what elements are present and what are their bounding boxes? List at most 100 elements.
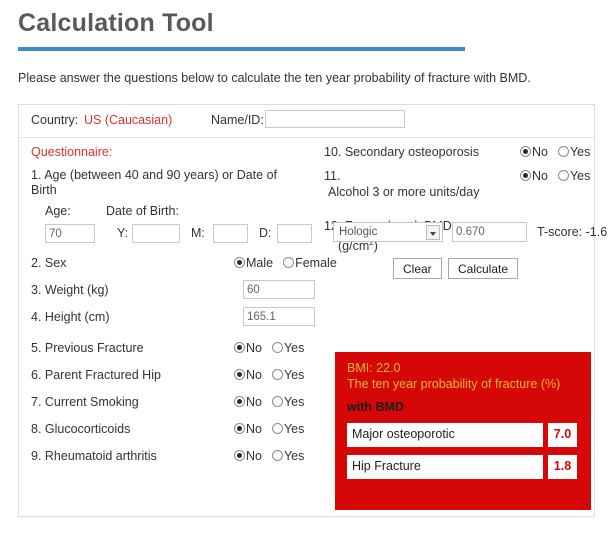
smoking-no-radio[interactable] xyxy=(234,396,245,407)
intro-instruction-text: Please answer the questions below to cal… xyxy=(18,71,531,85)
height-input[interactable] xyxy=(243,307,315,326)
rheumatoid-radio-group: No Yes xyxy=(234,449,314,464)
question-6-parent-fractured-hip: 6. Parent Fractured Hip No Yes xyxy=(31,364,323,391)
question-1-sublabels: Age: Date of Birth: xyxy=(31,204,323,220)
smoking-yes-radio[interactable] xyxy=(271,396,283,407)
question-10-secondary-osteoporosis: 10. Secondary osteoporosis No Yes xyxy=(324,145,592,169)
question-7-label: 7. Current Smoking xyxy=(31,395,139,409)
question-11-label: Alcohol 3 or more units/day xyxy=(328,185,480,199)
country-name-row: Country: US (Caucasian) Name/ID: xyxy=(19,105,594,138)
age-input[interactable] xyxy=(45,224,95,243)
bmi-readout: BMI: 22.0 xyxy=(347,361,401,375)
rheumatoid-no-radio[interactable] xyxy=(234,450,245,461)
parent-hip-radio-group: No Yes xyxy=(234,368,314,383)
rheumatoid-no-label[interactable]: No xyxy=(246,449,262,464)
question-4-height: 4. Height (cm) xyxy=(31,306,323,333)
age-sublabel: Age: xyxy=(45,204,71,218)
result-value: 7.0 xyxy=(548,423,577,447)
chevron-down-icon[interactable] xyxy=(426,225,440,240)
result-row: Hip Fracture 1.8 xyxy=(347,455,577,479)
dob-month-label: M: xyxy=(191,226,205,240)
question-9-label: 9. Rheumatoid arthritis xyxy=(31,449,157,463)
previous-fracture-radio-group: No Yes xyxy=(234,341,314,356)
sex-female-radio[interactable] xyxy=(283,257,295,268)
smoking-no-label[interactable]: No xyxy=(246,395,262,410)
sex-male-radio[interactable] xyxy=(234,257,245,268)
parent-hip-yes-label[interactable]: Yes xyxy=(284,368,304,383)
result-name: Major osteoporotic xyxy=(347,423,543,447)
question-6-label: 6. Parent Fractured Hip xyxy=(31,368,161,382)
question-5-label: 5. Previous Fracture xyxy=(31,341,144,355)
glucocorticoids-no-label[interactable]: No xyxy=(246,422,262,437)
glucocorticoids-yes-radio[interactable] xyxy=(271,423,283,434)
secondary-osteoporosis-no-label[interactable]: No xyxy=(532,145,548,160)
dob-day-input[interactable] xyxy=(277,224,312,243)
results-panel: BMI: 22.0 The ten year probability of fr… xyxy=(335,352,591,510)
question-3-label: 3. Weight (kg) xyxy=(31,283,109,297)
country-value[interactable]: US (Caucasian) xyxy=(84,113,172,127)
question-1-label: 1. Age (between 40 and 90 years) or Date… xyxy=(31,168,277,197)
question-5-previous-fracture: 5. Previous Fracture No Yes xyxy=(31,337,323,364)
nameid-input[interactable] xyxy=(265,110,405,128)
secondary-osteoporosis-no-radio[interactable] xyxy=(520,146,531,157)
secondary-osteoporosis-radio-group: No Yes xyxy=(520,145,600,160)
secondary-osteoporosis-yes-radio[interactable] xyxy=(557,146,569,157)
bmd-device-select[interactable]: Hologic xyxy=(333,222,443,242)
rheumatoid-yes-label[interactable]: Yes xyxy=(284,449,304,464)
probability-caption: The ten year probability of fracture (%) xyxy=(347,377,561,391)
question-8-glucocorticoids: 8. Glucocorticoids No Yes xyxy=(31,418,323,445)
page-title: Calculation Tool xyxy=(18,9,214,37)
alcohol-radio-group: No Yes xyxy=(520,169,600,184)
alcohol-yes-radio[interactable] xyxy=(557,170,569,181)
dob-year-input[interactable] xyxy=(132,224,180,243)
dob-day-label: D: xyxy=(259,226,272,240)
previous-fracture-no-radio[interactable] xyxy=(234,342,245,353)
question-1-age: 1. Age (between 40 and 90 years) or Date… xyxy=(31,168,323,246)
parent-hip-no-radio[interactable] xyxy=(234,369,245,380)
bmd-device-select-value: Hologic xyxy=(339,226,378,238)
with-bmd-label: with BMD xyxy=(347,400,404,414)
secondary-osteoporosis-yes-label[interactable]: Yes xyxy=(570,145,590,160)
question-10-label: 10. Secondary osteoporosis xyxy=(324,145,479,159)
result-value: 1.8 xyxy=(548,455,577,479)
calculate-button[interactable]: Calculate xyxy=(448,258,519,279)
previous-fracture-yes-radio[interactable] xyxy=(271,342,283,353)
result-row: Major osteoporotic 7.0 xyxy=(347,423,577,447)
dob-month-input[interactable] xyxy=(213,224,248,243)
alcohol-no-radio[interactable] xyxy=(520,170,531,181)
glucocorticoids-no-radio[interactable] xyxy=(234,423,245,434)
glucocorticoids-yes-label[interactable]: Yes xyxy=(284,422,304,437)
dob-year-label: Y: xyxy=(117,226,129,240)
question-2-label: 2. Sex xyxy=(31,256,67,270)
question-3-weight: 3. Weight (kg) xyxy=(31,279,323,306)
right-question-column: 10. Secondary osteoporosis No Yes 11. No Y… xyxy=(324,145,607,282)
dob-sublabel: Date of Birth: xyxy=(106,204,179,218)
alcohol-no-label[interactable]: No xyxy=(532,169,548,184)
question-4-label: 4. Height (cm) xyxy=(31,310,110,324)
sex-male-label[interactable]: Male xyxy=(246,256,273,271)
bmd-entry-row: Hologic T-score: -1.6 xyxy=(324,222,607,246)
alcohol-yes-label[interactable]: Yes xyxy=(570,169,590,184)
rheumatoid-yes-radio[interactable] xyxy=(271,450,283,461)
question-8-label: 8. Glucocorticoids xyxy=(31,422,131,436)
smoking-radio-group: No Yes xyxy=(234,395,314,410)
left-question-column: Questionnaire: 1. Age (between 40 and 90… xyxy=(31,145,337,472)
action-button-row: Clear Calculate xyxy=(324,258,592,282)
glucocorticoids-radio-group: No Yes xyxy=(234,422,314,437)
weight-input[interactable] xyxy=(243,280,315,299)
parent-hip-no-label[interactable]: No xyxy=(246,368,262,383)
bmd-value-input[interactable] xyxy=(452,222,527,242)
previous-fracture-yes-label[interactable]: Yes xyxy=(284,341,304,356)
nameid-label: Name/ID: xyxy=(211,113,264,127)
questionnaire-heading: Questionnaire: xyxy=(31,145,113,159)
smoking-yes-label[interactable]: Yes xyxy=(284,395,304,410)
question-2-sex: 2. Sex Male Female xyxy=(31,252,337,279)
clear-button[interactable]: Clear xyxy=(393,258,442,279)
question-11-number: 11. xyxy=(324,169,341,183)
country-label: Country: xyxy=(31,113,79,127)
previous-fracture-no-label[interactable]: No xyxy=(246,341,262,356)
tscore-readout: T-score: -1.6 xyxy=(537,225,608,239)
parent-hip-yes-radio[interactable] xyxy=(271,369,283,380)
question-1-fields: Y: M: D: xyxy=(31,224,323,246)
result-name: Hip Fracture xyxy=(347,455,543,479)
